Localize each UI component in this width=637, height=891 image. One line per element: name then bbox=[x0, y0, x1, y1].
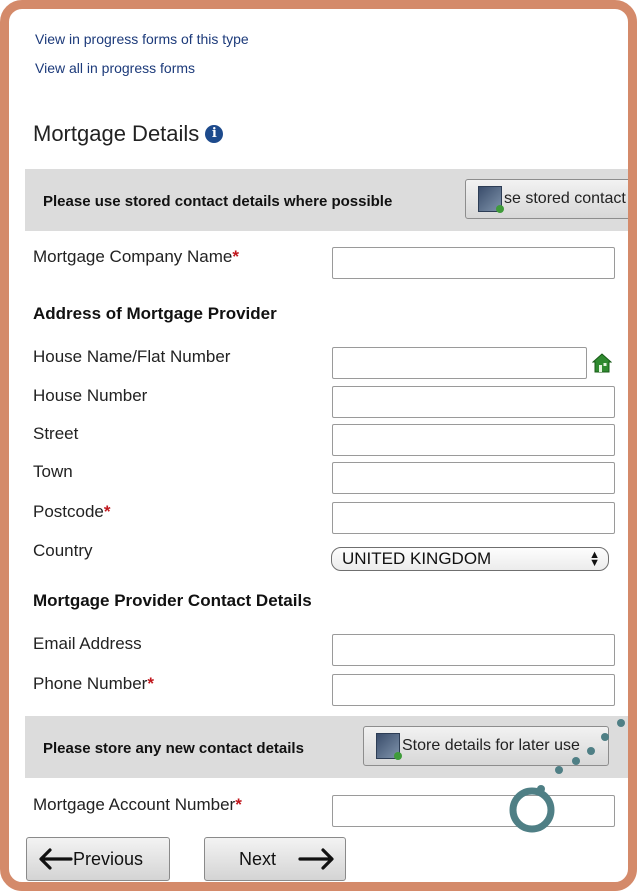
town-label: Town bbox=[33, 462, 73, 481]
mortgage-company-name-label-text: Mortgage Company Name bbox=[33, 247, 233, 266]
store-details-button[interactable]: Store details for later use bbox=[363, 726, 609, 766]
use-stored-contact-button[interactable]: se stored contact d bbox=[465, 179, 637, 219]
next-button-label: Next bbox=[239, 848, 277, 869]
house-number-label: House Number bbox=[33, 386, 148, 405]
email-input[interactable] bbox=[332, 634, 615, 666]
info-icon[interactable]: i bbox=[205, 125, 224, 143]
address-book-icon bbox=[376, 733, 402, 760]
street-label: Street bbox=[33, 424, 79, 443]
required-marker: * bbox=[235, 795, 242, 814]
link-all-in-progress-forms[interactable]: View all in progress forms bbox=[35, 60, 195, 76]
country-select[interactable]: UNITED KINGDOM ▲ ▼ bbox=[331, 547, 609, 571]
page-title: Mortgage Details i bbox=[33, 121, 224, 147]
postcode-input[interactable] bbox=[332, 502, 615, 534]
postcode-label: Postcode* bbox=[33, 502, 111, 522]
account-number-input[interactable] bbox=[332, 795, 615, 827]
account-number-label-text: Mortgage Account Number bbox=[33, 795, 236, 814]
house-name-label: House Name/Flat Number bbox=[33, 347, 231, 366]
phone-input[interactable] bbox=[332, 674, 615, 706]
stored-contact-banner-text: Please use stored contact details where … bbox=[43, 193, 393, 210]
mortgage-company-name-input[interactable] bbox=[332, 247, 615, 279]
phone-label: Phone Number* bbox=[33, 674, 154, 694]
store-contact-banner-text: Please store any new contact details bbox=[43, 740, 304, 757]
arrow-right-icon bbox=[298, 848, 334, 870]
email-label: Email Address bbox=[33, 634, 142, 653]
stored-contact-banner: Please use stored contact details where … bbox=[25, 169, 637, 231]
required-marker: * bbox=[232, 247, 239, 266]
house-name-input[interactable] bbox=[332, 347, 587, 379]
phone-label-text: Phone Number bbox=[33, 674, 148, 693]
required-marker: * bbox=[103, 502, 111, 521]
town-input[interactable] bbox=[332, 462, 615, 494]
link-in-progress-forms-type[interactable]: View in progress forms of this type bbox=[35, 31, 249, 47]
select-arrows-icon: ▲ ▼ bbox=[589, 549, 600, 569]
country-label: Country bbox=[33, 541, 93, 560]
required-marker: * bbox=[147, 674, 154, 693]
screenshot-frame: View in progress forms of this type View… bbox=[0, 0, 637, 891]
street-input[interactable] bbox=[332, 424, 615, 456]
house-number-input[interactable] bbox=[332, 386, 615, 418]
store-contact-banner: Please store any new contact details Sto… bbox=[25, 716, 628, 778]
store-details-button-label: Store details for later use bbox=[402, 737, 580, 754]
previous-button-label: Previous bbox=[73, 848, 144, 869]
account-number-label: Mortgage Account Number* bbox=[33, 795, 242, 815]
arrow-left-icon bbox=[39, 848, 73, 870]
mortgage-company-name-label: Mortgage Company Name* bbox=[33, 247, 239, 267]
next-button[interactable]: Next bbox=[204, 837, 346, 881]
country-select-value: UNITED KINGDOM bbox=[342, 549, 492, 568]
use-stored-contact-button-label: se stored contact d bbox=[504, 190, 637, 207]
contact-section-heading: Mortgage Provider Contact Details bbox=[33, 591, 312, 610]
house-lookup-icon[interactable] bbox=[592, 353, 612, 373]
previous-button[interactable]: Previous bbox=[26, 837, 170, 881]
address-section-heading: Address of Mortgage Provider bbox=[33, 304, 277, 323]
page-title-text: Mortgage Details bbox=[33, 121, 200, 146]
postcode-label-text: Postcode bbox=[33, 502, 104, 521]
address-book-icon bbox=[478, 186, 504, 213]
